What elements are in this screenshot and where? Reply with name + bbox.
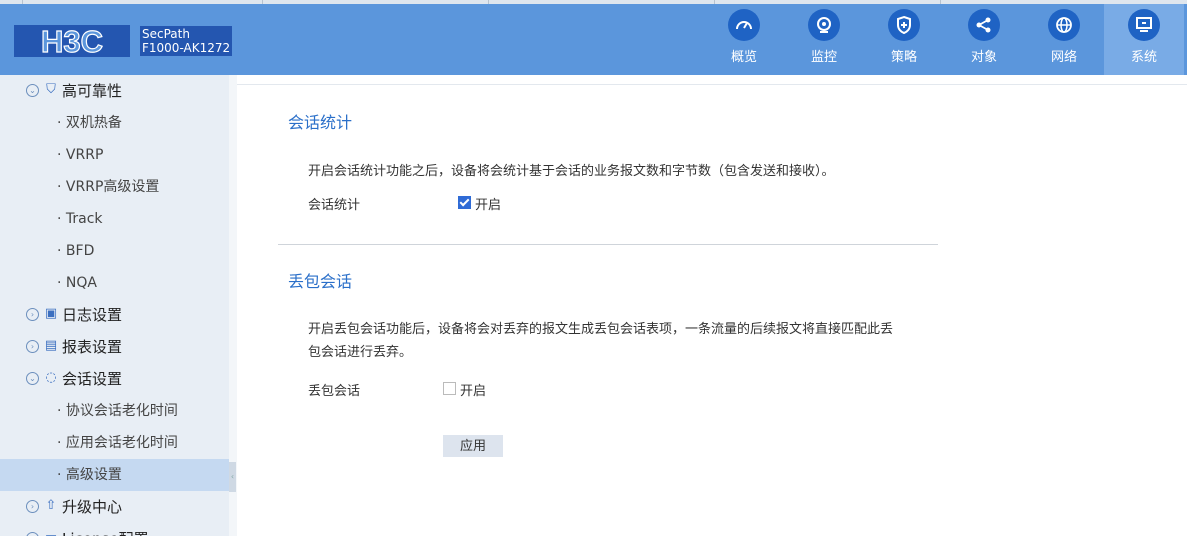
sidebar-item-log[interactable]: › ▣ 日志设置 xyxy=(0,299,229,331)
session-icon: ◌ xyxy=(45,370,57,385)
content-panel xyxy=(237,84,1187,537)
upload-icon: ⇧ xyxy=(45,498,57,513)
nav-label: 监控 xyxy=(810,50,837,65)
chevron-right-icon: › xyxy=(26,340,39,353)
h3c-logo: H3C xyxy=(14,25,130,57)
nav-objects[interactable]: 对象 xyxy=(944,4,1024,75)
nav-network[interactable]: 网络 xyxy=(1024,4,1104,75)
computer-icon xyxy=(1128,9,1160,41)
session-stats-description: 开启会话统计功能之后，设备将会统计基于会话的业务报文数和字节数（包含发送和接收）… xyxy=(308,164,835,179)
chevron-down-icon: ⌄ xyxy=(26,84,39,97)
section-title-drop-session: 丢包会话 xyxy=(288,272,353,291)
sidebar-item-label: · 协议会话老化时间 xyxy=(57,403,178,419)
sidebar-item-label: · NQA xyxy=(57,275,97,291)
sidebar-item-session[interactable]: ⌄ ◌ 会话设置 xyxy=(0,363,229,395)
chevron-right-icon: › xyxy=(26,500,39,513)
session-stats-checkbox[interactable] xyxy=(458,196,471,209)
shield-icon xyxy=(888,9,920,41)
sidebar-item-label: · BFD xyxy=(57,243,95,259)
sidebar-item-hotbackup[interactable]: · 双机热备 xyxy=(0,107,229,139)
dashboard-icon xyxy=(728,9,760,41)
sidebar-item-label: · 双机热备 xyxy=(57,115,122,131)
chevron-down-icon: ⌄ xyxy=(26,372,39,385)
monitor-icon xyxy=(808,9,840,41)
share-icon xyxy=(968,9,1000,41)
sidebar-item-license[interactable]: › ▭ License配置 xyxy=(0,523,229,536)
sidebar-item-advanced[interactable]: · 高级设置 xyxy=(0,459,229,491)
sidebar-item-app-aging[interactable]: · 应用会话老化时间 xyxy=(0,427,229,459)
sidebar-item-report[interactable]: › ▤ 报表设置 xyxy=(0,331,229,363)
nav-label: 策略 xyxy=(890,50,917,65)
session-stats-enable-label[interactable]: 开启 xyxy=(475,194,501,213)
sidebar-item-label: · 高级设置 xyxy=(57,467,122,483)
sidebar-item-label: 报表设置 xyxy=(62,338,123,356)
sidebar-item-label: 会话设置 xyxy=(62,370,123,388)
drop-session-description-2: 包会话进行丢弃。 xyxy=(308,345,413,360)
drop-session-description-1: 开启丢包会话功能后，设备将会对丢弃的报文生成丢包会话表项，一条流量的后续报文将直… xyxy=(308,322,894,337)
log-icon: ▣ xyxy=(44,306,58,321)
sidebar-item-label: 升级中心 xyxy=(62,498,123,516)
section-title-session-stats: 会话统计 xyxy=(288,113,353,132)
shield-icon: ⛉ xyxy=(46,82,56,97)
nav-monitor[interactable]: 监控 xyxy=(784,4,864,75)
globe-icon xyxy=(1048,9,1080,41)
sidebar-item-ha[interactable]: ⌄ ⛉ 高可靠性 xyxy=(0,75,229,107)
nav-label: 网络 xyxy=(1050,50,1077,65)
sidebar-item-vrrp[interactable]: · VRRP xyxy=(0,139,229,171)
nav-label: 概览 xyxy=(730,50,757,65)
nav-system[interactable]: 系统 xyxy=(1104,4,1184,75)
sidebar-item-label: · VRRP高级设置 xyxy=(57,179,160,195)
chevron-right-icon: › xyxy=(26,532,39,536)
nav-overview[interactable]: 概览 xyxy=(704,4,784,75)
sidebar-item-label: 高可靠性 xyxy=(62,82,123,100)
section-divider xyxy=(278,244,938,245)
product-name: SecPath xyxy=(142,27,190,41)
sidebar-collapse-handle[interactable]: ‹ xyxy=(229,462,236,492)
report-icon: ▤ xyxy=(44,338,58,353)
sidebar-item-nqa[interactable]: · NQA xyxy=(0,267,229,299)
chevron-right-icon: › xyxy=(26,308,39,321)
sidebar-item-label: License配置 xyxy=(62,523,149,536)
sidebar-item-label: · Track xyxy=(57,211,103,227)
nav-policy[interactable]: 策略 xyxy=(864,4,944,75)
drop-session-checkbox[interactable] xyxy=(443,382,456,395)
sidebar: ⌄ ⛉ 高可靠性 · 双机热备 · VRRP · VRRP高级设置 · Trac… xyxy=(0,75,229,536)
sidebar-item-label: 日志设置 xyxy=(62,306,123,324)
sidebar-item-bfd[interactable]: · BFD xyxy=(0,235,229,267)
session-stats-label: 会话统计 xyxy=(308,198,361,213)
sidebar-item-label: · VRRP xyxy=(57,147,104,163)
nav-label: 系统 xyxy=(1130,50,1157,65)
sidebar-item-label: · 应用会话老化时间 xyxy=(57,435,178,451)
nav-label: 对象 xyxy=(970,50,997,65)
product-label: SecPath F1000-AK1272 xyxy=(140,26,233,56)
apply-button[interactable]: 应用 xyxy=(443,435,503,457)
sidebar-item-vrrp-advanced[interactable]: · VRRP高级设置 xyxy=(0,171,229,203)
product-model: F1000-AK1272 xyxy=(142,41,231,55)
svg-text:H3C: H3C xyxy=(41,25,103,57)
sidebar-item-track[interactable]: · Track xyxy=(0,203,229,235)
drop-session-enable-label[interactable]: 开启 xyxy=(460,380,486,399)
license-icon: ▭ xyxy=(44,531,58,537)
drop-session-label: 丢包会话 xyxy=(308,384,361,399)
sidebar-item-upgrade[interactable]: › ⇧ 升级中心 xyxy=(0,491,229,523)
sidebar-item-protocol-aging[interactable]: · 协议会话老化时间 xyxy=(0,395,229,427)
